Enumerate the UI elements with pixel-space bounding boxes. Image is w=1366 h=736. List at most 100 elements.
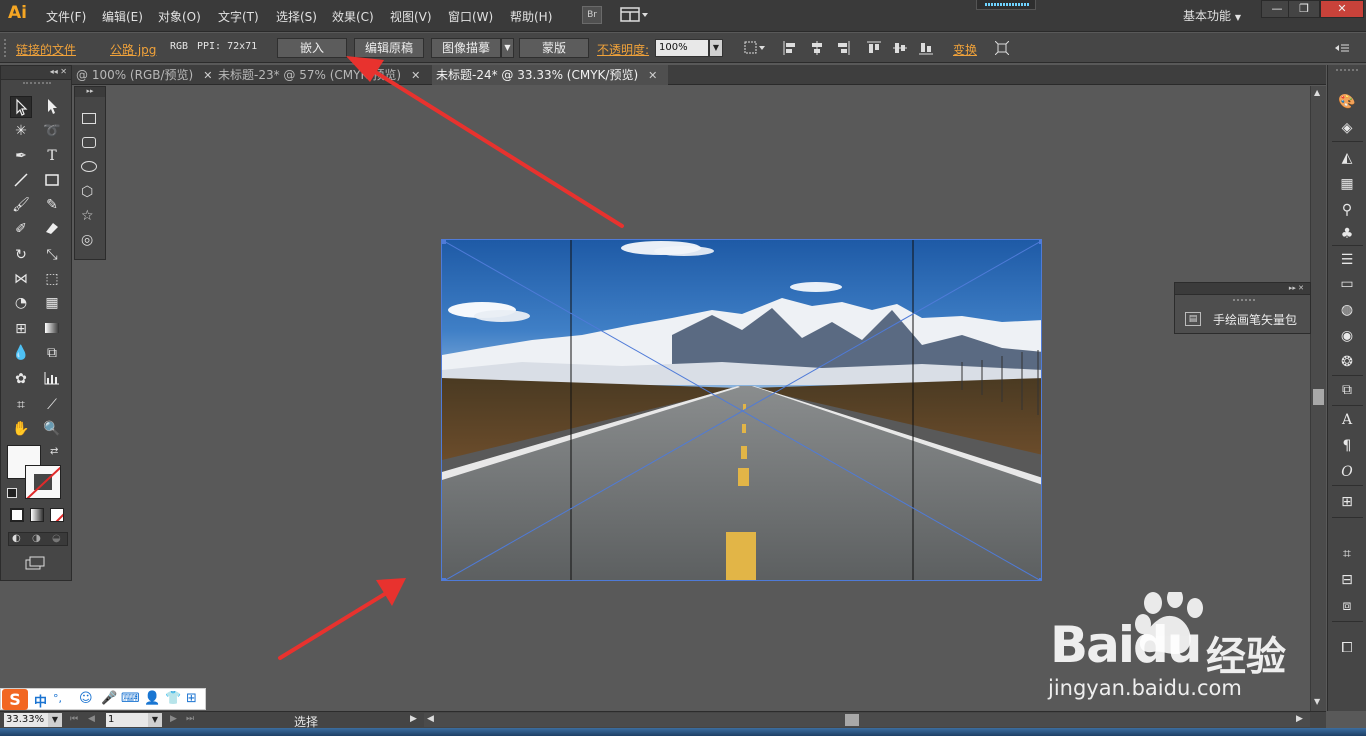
- brush-library-item[interactable]: 手绘画笔矢量包: [1213, 311, 1297, 328]
- panel-grip[interactable]: [23, 82, 51, 85]
- draw-inside-icon[interactable]: ◒: [52, 533, 61, 544]
- artboards-icon[interactable]: ⊞: [1337, 493, 1357, 511]
- last-artboard-icon[interactable]: ⏭: [186, 714, 194, 724]
- tab-document-23[interactable]: 未标题-23* @ 57% (CMYK/预览) ✕: [214, 65, 430, 85]
- brush-panel-header[interactable]: ▸▸ ✕: [1175, 283, 1310, 295]
- stroke-icon[interactable]: ☰: [1337, 251, 1357, 269]
- scroll-right-icon[interactable]: ▶: [1296, 714, 1303, 724]
- microphone-icon[interactable]: 🎤: [101, 691, 117, 706]
- color-mode-icon[interactable]: [10, 508, 24, 522]
- menu-window[interactable]: 窗口(W): [448, 8, 493, 25]
- rectangle-tool-icon[interactable]: [41, 170, 63, 192]
- close-tab-icon[interactable]: ✕: [648, 69, 657, 82]
- scroll-down-icon[interactable]: ▼: [1314, 697, 1320, 706]
- tools-panel-header[interactable]: ◂◂ ✕: [1, 66, 71, 80]
- transparency-icon[interactable]: ◍: [1337, 301, 1357, 319]
- color-guide-icon[interactable]: ◭: [1337, 149, 1357, 167]
- panel-menu-icon[interactable]: [1334, 41, 1349, 55]
- ellipse-icon[interactable]: [81, 161, 97, 172]
- scroll-up-icon[interactable]: ▲: [1314, 88, 1320, 97]
- sogou-logo[interactable]: S: [2, 689, 28, 710]
- artboard-number-field[interactable]: 1: [106, 713, 148, 727]
- symbols-icon[interactable]: ♣: [1337, 225, 1357, 243]
- close-tab-icon[interactable]: ✕: [203, 69, 212, 82]
- vertical-scrollbar[interactable]: ▲ ▼: [1310, 86, 1326, 711]
- slice-tool-icon[interactable]: ⟋: [41, 394, 63, 416]
- transform-link[interactable]: 变换: [953, 41, 977, 58]
- zoom-dropdown[interactable]: ▼: [48, 713, 62, 727]
- image-trace-dropdown[interactable]: ▼: [501, 38, 514, 58]
- skin-icon[interactable]: 👕: [165, 691, 181, 706]
- user-icon[interactable]: 👤: [144, 691, 160, 706]
- links-icon[interactable]: ⧠: [1337, 639, 1357, 657]
- line-tool-icon[interactable]: [10, 170, 32, 192]
- keyboard-icon[interactable]: ⌨: [121, 691, 140, 706]
- opentype-icon[interactable]: O: [1337, 463, 1357, 481]
- restore-button[interactable]: ❐: [1288, 0, 1320, 18]
- transform-panel-icon[interactable]: ⧉: [1337, 381, 1357, 399]
- paintbrush-tool-icon[interactable]: 🖌: [10, 194, 32, 216]
- perspective-grid-tool-icon[interactable]: ▦: [41, 292, 63, 314]
- gradient-mode-icon[interactable]: [30, 508, 44, 522]
- workspace-switcher[interactable]: 基本功能 ▼: [1183, 7, 1241, 24]
- menu-select[interactable]: 选择(S): [276, 8, 317, 25]
- align-bottom-icon[interactable]: [919, 41, 933, 55]
- color-palette-icon[interactable]: 🎨: [1337, 93, 1357, 111]
- blend-tool-icon[interactable]: ⧉: [41, 342, 63, 364]
- draw-behind-icon[interactable]: ◑: [32, 533, 41, 544]
- punctuation-icon[interactable]: °,: [53, 692, 62, 705]
- align-left-icon[interactable]: [783, 41, 797, 55]
- tab-document-24[interactable]: 未标题-24* @ 33.33% (CMYK/预览) ✕: [432, 65, 668, 85]
- control-bar-grip[interactable]: [4, 39, 10, 57]
- magic-wand-tool-icon[interactable]: ✳: [10, 120, 32, 142]
- horizontal-scrollbar[interactable]: ◀ ▶: [424, 713, 1310, 727]
- toolbox-icon[interactable]: ⊞: [186, 691, 197, 706]
- stroke-color-swatch[interactable]: [25, 465, 61, 499]
- arrange-documents-button[interactable]: [620, 7, 650, 23]
- gradient-tool-icon[interactable]: [41, 318, 63, 340]
- menu-edit[interactable]: 编辑(E): [102, 8, 143, 25]
- menu-object[interactable]: 对象(O): [158, 8, 201, 25]
- horizontal-scroll-thumb[interactable]: [845, 714, 859, 726]
- zoom-level-field[interactable]: 33.33%: [4, 713, 48, 727]
- placed-image-road[interactable]: [441, 239, 1042, 581]
- hand-tool-icon[interactable]: ✋: [10, 418, 32, 440]
- gradient-panel-icon[interactable]: ▭: [1337, 275, 1357, 293]
- pen-tool-icon[interactable]: ✒: [10, 145, 32, 167]
- first-artboard-icon[interactable]: ⏮: [70, 714, 78, 724]
- rounded-rectangle-icon[interactable]: [82, 137, 96, 148]
- draw-normal-icon[interactable]: ◐: [12, 533, 21, 544]
- file-name-link[interactable]: 公路.jpg: [110, 41, 156, 58]
- align-panel-icon[interactable]: ⊟: [1337, 571, 1357, 589]
- bridge-button[interactable]: Br: [582, 6, 602, 24]
- opacity-label[interactable]: 不透明度:: [597, 41, 649, 58]
- type-tool-icon[interactable]: T: [41, 145, 63, 167]
- align-center-icon[interactable]: [810, 41, 824, 55]
- none-mode-icon[interactable]: [50, 508, 64, 522]
- column-graph-tool-icon[interactable]: [41, 368, 63, 390]
- embed-button[interactable]: 嵌入: [277, 38, 347, 58]
- eyedropper-tool-icon[interactable]: 💧: [10, 342, 32, 364]
- menu-effect[interactable]: 效果(C): [332, 8, 374, 25]
- dock-grip[interactable]: [1336, 69, 1358, 71]
- swatches-icon[interactable]: ▦: [1337, 175, 1357, 193]
- eraser-tool-icon[interactable]: [41, 218, 63, 240]
- mask-button[interactable]: 蒙版: [519, 38, 589, 58]
- opacity-input[interactable]: 100%: [655, 39, 709, 57]
- screen-mode-icon[interactable]: [25, 556, 47, 570]
- menu-help[interactable]: 帮助(H): [510, 8, 552, 25]
- paragraph-icon[interactable]: ¶: [1337, 437, 1357, 455]
- blob-brush-tool-icon[interactable]: ✐: [10, 218, 32, 240]
- opacity-dropdown[interactable]: ▼: [709, 39, 723, 57]
- pathfinder-icon[interactable]: ⧈: [1337, 597, 1357, 615]
- direct-selection-tool-icon[interactable]: [41, 96, 63, 118]
- close-button[interactable]: ✕: [1320, 0, 1364, 18]
- graphic-styles-icon[interactable]: ❂: [1337, 353, 1357, 371]
- free-transform-tool-icon[interactable]: ⬚: [41, 268, 63, 290]
- polygon-icon[interactable]: ⬡: [81, 184, 93, 200]
- pencil-tool-icon[interactable]: ✎: [41, 194, 63, 216]
- ime-chinese-mode[interactable]: 中: [34, 691, 47, 710]
- align-right-icon[interactable]: [836, 41, 850, 55]
- symbol-sprayer-tool-icon[interactable]: ✿: [10, 368, 32, 390]
- scale-tool-icon[interactable]: ⤡: [41, 244, 63, 266]
